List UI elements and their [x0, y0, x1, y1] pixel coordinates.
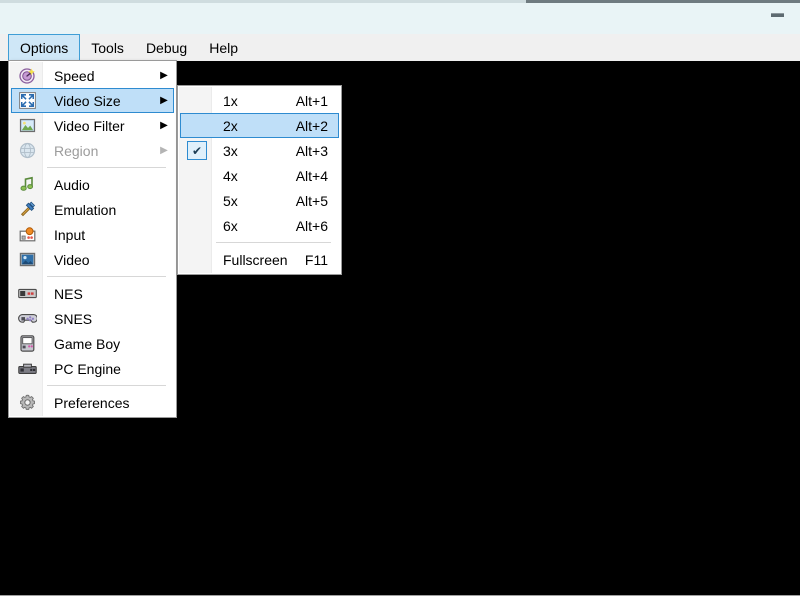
menu-item-nes[interactable]: NES: [11, 281, 174, 306]
menu-item-region-label: Region: [54, 142, 99, 159]
submenu-item-6x-accel: Alt+6: [295, 217, 328, 234]
menu-item-input-label: Input: [54, 226, 86, 243]
menu-item-preferences-label: Preferences: [54, 394, 130, 411]
submenu-separator: [216, 242, 331, 243]
submenu-item-5x-label: 5x: [223, 192, 238, 209]
submenu-item-1x[interactable]: 1x Alt+1: [180, 88, 339, 113]
menu-item-emulation-label: Emulation: [54, 201, 117, 218]
menu-item-video-size-label: Video Size: [54, 92, 121, 109]
submenu-item-6x[interactable]: 6x Alt+6: [180, 213, 339, 238]
menu-item-audio[interactable]: Audio: [11, 172, 174, 197]
chevron-right-icon: ▶: [160, 144, 168, 156]
submenu-item-1x-label: 1x: [223, 92, 238, 109]
menu-item-pc-engine-label: PC Engine: [54, 360, 121, 377]
chevron-right-icon: ▶: [160, 119, 168, 131]
window-controls: [754, 0, 800, 34]
nes-controller-icon: [12, 282, 42, 305]
menu-item-speed-label: Speed: [54, 67, 95, 84]
menu-item-video-filter[interactable]: Video Filter ▶: [11, 113, 174, 138]
chevron-right-icon: ▶: [160, 69, 168, 81]
menu-item-video[interactable]: Video: [11, 247, 174, 272]
submenu-item-5x-accel: Alt+5: [295, 192, 328, 209]
submenu-item-4x[interactable]: 4x Alt+4: [180, 163, 339, 188]
window-bottom-edge: [0, 595, 800, 600]
options-dropdown-menu: Speed ▶ Video Size ▶ Video Filter ▶ Regi…: [8, 60, 177, 418]
input-icon: [12, 223, 42, 246]
speed-icon: [12, 64, 42, 87]
menu-item-video-filter-label: Video Filter: [54, 117, 125, 134]
video-filter-icon: [12, 114, 42, 137]
submenu-item-1x-accel: Alt+1: [295, 92, 328, 109]
game-boy-icon: [12, 332, 42, 355]
chevron-right-icon: ▶: [160, 94, 168, 106]
menubar-item-help-label: Help: [209, 39, 238, 56]
submenu-item-fullscreen-label: Fullscreen: [223, 251, 288, 268]
gear-icon: [12, 391, 42, 414]
video-size-icon: [12, 89, 42, 112]
menu-item-audio-label: Audio: [54, 176, 90, 193]
submenu-item-5x[interactable]: 5x Alt+5: [180, 188, 339, 213]
audio-icon: [12, 173, 42, 196]
emulation-icon: [12, 198, 42, 221]
video-icon: [12, 248, 42, 271]
checkmark-icon: ✔: [187, 141, 207, 160]
menubar-item-debug-label: Debug: [145, 39, 188, 56]
pc-engine-icon: [12, 357, 42, 380]
menu-item-nes-label: NES: [54, 285, 83, 302]
menu-item-emulation[interactable]: Emulation: [11, 197, 174, 222]
menubar-item-options-label: Options: [20, 39, 69, 56]
application-window: Options Tools Debug Help Speed ▶ Video S…: [0, 0, 800, 600]
minimize-button[interactable]: [754, 0, 800, 30]
submenu-item-fullscreen-accel: F11: [304, 251, 328, 268]
titlebar-top-edge-left: [0, 0, 526, 3]
menubar-item-help[interactable]: Help: [198, 34, 249, 61]
menu-separator: [47, 167, 166, 168]
submenu-item-2x[interactable]: 2x Alt+2: [180, 113, 339, 138]
menu-item-video-label: Video: [54, 251, 90, 268]
menu-bar: Options Tools Debug Help: [0, 34, 800, 61]
submenu-item-6x-label: 6x: [223, 217, 238, 234]
minimize-icon: [770, 13, 784, 17]
menu-separator: [47, 385, 166, 386]
menu-item-snes[interactable]: SNES: [11, 306, 174, 331]
menu-item-preferences[interactable]: Preferences: [11, 390, 174, 415]
menu-item-pc-engine[interactable]: PC Engine: [11, 356, 174, 381]
menu-item-input[interactable]: Input: [11, 222, 174, 247]
menubar-item-options[interactable]: Options: [8, 34, 81, 61]
menu-separator: [47, 276, 166, 277]
region-globe-icon: [12, 139, 42, 162]
snes-controller-icon: [12, 307, 42, 330]
menu-item-region[interactable]: Region ▶: [11, 138, 174, 163]
menu-item-snes-label: SNES: [54, 310, 93, 327]
submenu-item-4x-accel: Alt+4: [295, 167, 328, 184]
submenu-item-3x[interactable]: ✔ 3x Alt+3: [180, 138, 339, 163]
submenu-item-2x-accel: Alt+2: [295, 117, 328, 134]
title-bar[interactable]: [0, 0, 800, 34]
menubar-item-tools-label: Tools: [91, 39, 124, 56]
menu-item-game-boy-label: Game Boy: [54, 335, 121, 352]
video-size-submenu: 1x Alt+1 2x Alt+2 ✔ 3x Alt+3 4x Alt+4 5x…: [177, 85, 342, 275]
submenu-item-4x-label: 4x: [223, 167, 238, 184]
submenu-item-2x-label: 2x: [223, 117, 238, 134]
submenu-item-3x-accel: Alt+3: [295, 142, 328, 159]
menu-item-game-boy[interactable]: Game Boy: [11, 331, 174, 356]
submenu-item-fullscreen[interactable]: Fullscreen F11: [180, 247, 339, 272]
menubar-item-tools[interactable]: Tools: [80, 34, 135, 61]
menu-item-speed[interactable]: Speed ▶: [11, 63, 174, 88]
menu-item-video-size[interactable]: Video Size ▶: [11, 88, 174, 113]
menubar-item-debug[interactable]: Debug: [135, 34, 198, 61]
